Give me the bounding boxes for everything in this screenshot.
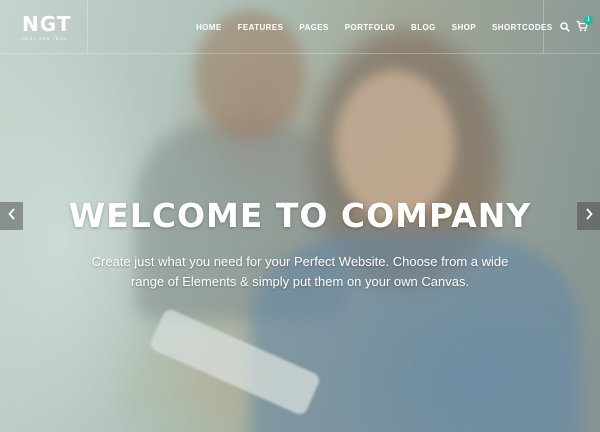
- cart-count-badge: 1: [584, 16, 593, 25]
- nav-item-pages[interactable]: PAGES: [299, 23, 328, 32]
- site-header: NGT NEXT GEN TECH HOME FEATURES PAGES PO…: [0, 0, 600, 54]
- search-icon[interactable]: [560, 19, 570, 32]
- nav-item-portfolio[interactable]: PORTFOLIO: [345, 23, 395, 32]
- logo-text: NGT: [22, 12, 72, 36]
- header-divider: [87, 0, 88, 54]
- hero-slider: NGT NEXT GEN TECH HOME FEATURES PAGES PO…: [0, 0, 600, 432]
- nav-item-features[interactable]: FEATURES: [238, 23, 284, 32]
- nav-item-shop[interactable]: SHOP: [452, 23, 476, 32]
- slider-next-button[interactable]: [577, 202, 600, 230]
- site-logo[interactable]: NGT NEXT GEN TECH: [22, 14, 71, 41]
- slider-prev-button[interactable]: [0, 202, 23, 230]
- main-nav: HOME FEATURES PAGES PORTFOLIO BLOG SHOP …: [188, 0, 560, 54]
- nav-item-blog[interactable]: BLOG: [411, 23, 436, 32]
- header-divider: [543, 0, 544, 54]
- logo-tagline: NEXT GEN TECH: [22, 36, 68, 41]
- hero-title: WELCOME TO COMPANY: [68, 196, 532, 235]
- nav-item-home[interactable]: HOME: [196, 23, 222, 32]
- chevron-right-icon: [585, 207, 593, 225]
- chevron-left-icon: [7, 207, 16, 225]
- hero-subtitle: Create just what you need for your Perfe…: [91, 254, 509, 289]
